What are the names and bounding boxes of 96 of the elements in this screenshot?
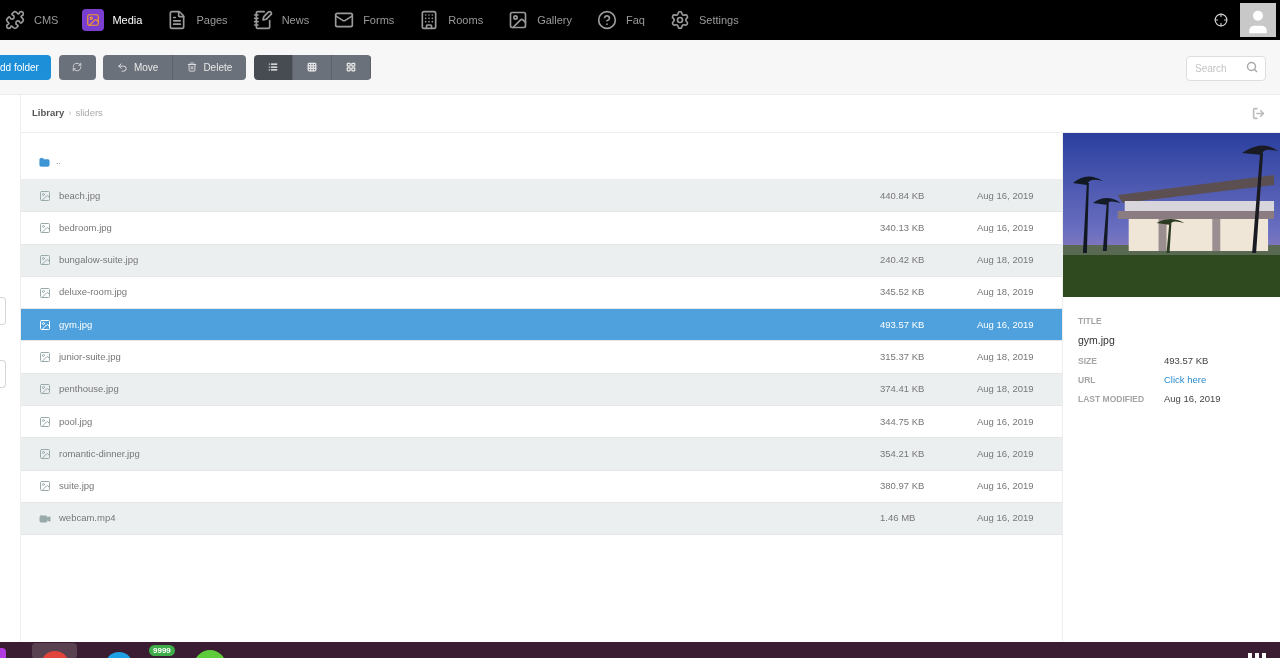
detail-label: TITLE [1078,315,1103,328]
search-field[interactable]: Search [1186,55,1266,81]
image-icon [39,286,51,299]
crosshair-icon[interactable] [1214,13,1228,27]
trash-icon [187,62,198,72]
detail-value: Aug 16, 2019 [1164,391,1221,406]
file-name: webcam.mp4 [59,511,117,526]
delete-button[interactable]: Delete [173,54,247,80]
note-pen-icon [251,9,274,31]
file-date: Aug 16, 2019 [977,220,1035,235]
image-icon [39,448,51,460]
file-date: Aug 16, 2019 [977,414,1035,429]
file-name: bungalow-suite.jpg [59,253,140,268]
file-size: 340.13 KB [880,220,926,235]
image-icon [39,480,51,493]
list-view-icon [268,62,279,72]
file-size: 440.84 KB [880,188,926,203]
file-size: 374.41 KB [880,382,926,397]
video-icon [39,512,51,525]
detail-label: SIZE [1078,354,1098,368]
breadcrumb-root[interactable]: Library [32,106,65,121]
refresh-icon [72,62,83,72]
nav-item[interactable]: Forms [321,0,407,40]
undo-arrow-icon [116,61,128,73]
file-date: Aug 18, 2019 [977,253,1035,268]
file-size: 345.52 KB [880,285,926,300]
nav-item[interactable]: Pages [154,0,240,40]
help-icon [596,9,618,31]
active-app-tile[interactable] [32,643,77,658]
file-size: 380.97 KB [880,479,926,494]
search-icon [1246,60,1258,73]
folder-icon [39,156,50,168]
file-size: 1.46 MB [880,511,917,526]
file-name: pool.jpg [59,414,94,429]
file-name: junior-suite.jpg [59,350,122,364]
file-name: suite.jpg [59,479,96,494]
file-row[interactable]: gym.jpg 493.57 KB Aug 16, 2019 [21,309,1062,342]
refresh-button[interactable] [58,54,96,80]
detail-title: gym.jpg [1078,332,1116,348]
detail-value: 493.57 KB [1164,353,1209,368]
tile-view-button[interactable] [332,54,372,80]
grid-view-button[interactable] [293,54,333,80]
file-date: Aug 16, 2019 [977,317,1035,332]
image-icon [39,254,51,267]
file-size: 344.75 KB [880,414,926,429]
input-field[interactable] [0,297,6,325]
image-icon [39,415,51,428]
file-date: Aug 18, 2019 [977,350,1035,364]
file-name: romantic-dinner.jpg [59,446,141,461]
nav-item[interactable]: CMS [0,0,71,40]
add-folder-button[interactable]: dd folder [0,54,51,80]
file-row[interactable]: romantic-dinner.jpg 354.21 KB Aug 16, 2019 [21,438,1062,471]
file-date: Aug 18, 2019 [977,382,1035,397]
file-date: Aug 16, 2019 [977,511,1035,526]
app-grid-icon[interactable] [1248,653,1266,658]
file-name: beach.jpg [59,188,102,203]
puzzle-icon [4,9,26,31]
url-link[interactable]: Click here [1164,372,1207,388]
file-row[interactable]: bungalow-suite.jpg 240.42 KB Aug 18, 2019 [21,244,1062,277]
file-date: Aug 16, 2019 [977,479,1035,494]
file-size: 240.42 KB [880,253,926,268]
image-icon [39,221,51,234]
file-size: 354.21 KB [880,446,926,461]
grid-view-icon [307,62,318,72]
input-field[interactable] [0,360,6,388]
image-icon [39,351,51,364]
image-icon [39,383,51,396]
file-row[interactable]: penthouse.jpg 374.41 KB Aug 18, 2019 [21,373,1062,407]
list-view-button[interactable] [254,54,294,80]
file-size: 493.57 KB [880,317,926,332]
detail-label: URL [1078,373,1097,387]
file-row[interactable]: webcam.mp4 1.46 MB Aug 16, 2019 [21,502,1062,536]
nav-item[interactable]: Rooms [406,0,496,40]
image-icon [39,189,51,202]
nav-item[interactable]: Faq [584,0,657,40]
breadcrumb-separator: › [68,106,72,121]
nav-item[interactable]: Media [70,0,155,40]
file-name: penthouse.jpg [59,382,120,397]
file-name: deluxe-room.jpg [59,285,129,300]
tile-view-icon [346,62,357,72]
file-row[interactable]: beach.jpg 440.84 KB Aug 16, 2019 [21,180,1062,213]
detail-label: LAST MODIFIED [1078,392,1146,406]
parent-folder-label: .. [56,155,61,169]
notification-badge: 9999 [149,645,175,656]
file-size: 315.37 KB [880,350,926,364]
nav-item[interactable]: Gallery [495,0,584,40]
file-date: Aug 16, 2019 [977,446,1035,461]
image-icon [39,318,51,331]
file-name: bedroom.jpg [59,220,113,235]
file-name: gym.jpg [59,317,94,332]
nav-item[interactable]: Settings [656,0,751,40]
nav-item[interactable]: News [239,0,322,40]
file-date: Aug 18, 2019 [977,285,1035,300]
file-date: Aug 16, 2019 [977,188,1035,203]
move-button[interactable]: Move [102,54,174,80]
picture-icon [82,9,105,31]
